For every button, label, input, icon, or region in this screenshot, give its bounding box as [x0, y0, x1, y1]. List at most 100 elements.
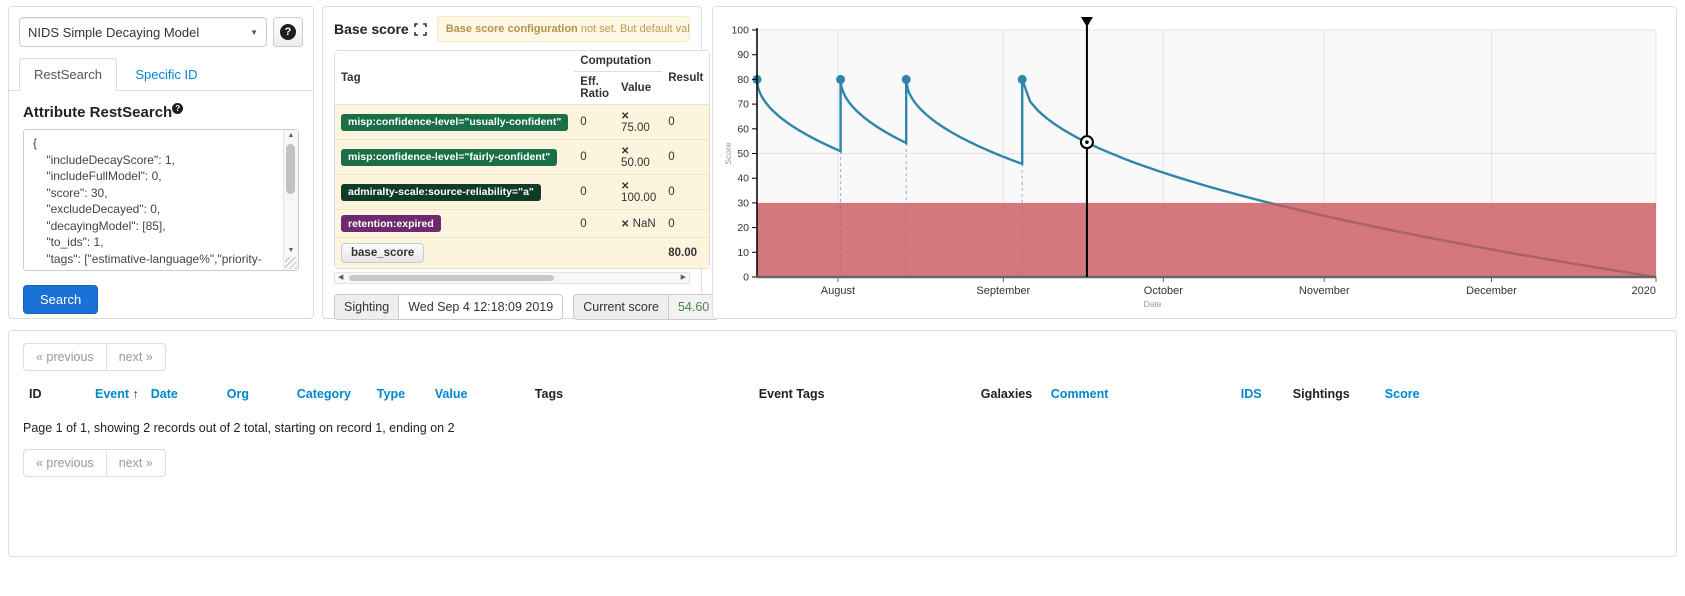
x-tick-label: August — [821, 285, 855, 297]
col-tag: Tag — [335, 51, 574, 104]
model-help-button[interactable]: ? — [273, 17, 303, 47]
column-header-type[interactable]: Type — [371, 381, 429, 407]
help-icon: ? — [172, 103, 183, 114]
x-tick-label: December — [1466, 285, 1517, 297]
previous-page-button[interactable]: « previous — [23, 343, 107, 371]
col-eff-ratio: Eff. Ratio — [574, 72, 615, 104]
sighting-value[interactable]: Wed Sep 4 12:18:09 2019 — [399, 294, 563, 320]
base-score-table: Tag Computation Result Eff. Ratio Value … — [334, 50, 710, 269]
tab-restsearch[interactable]: RestSearch — [19, 58, 117, 91]
resize-grip-icon[interactable] — [285, 257, 297, 269]
column-header-date[interactable]: Date — [145, 381, 221, 407]
scroll-down-icon[interactable]: ▼ — [284, 247, 298, 254]
column-header-galaxies: Galaxies — [975, 381, 1045, 407]
model-panel: NIDS Simple Decaying Model ▼ ? RestSearc… — [8, 6, 314, 319]
decaying-model-select[interactable]: NIDS Simple Decaying Model ▼ — [19, 17, 267, 47]
column-header-event[interactable]: Event ↑ — [89, 381, 145, 407]
x-tick-label: October — [1144, 285, 1183, 297]
col-value: Value — [615, 72, 662, 104]
column-header-comment[interactable]: Comment — [1045, 381, 1235, 407]
pagination-bottom: « previous next » — [23, 449, 166, 477]
base-score-result: 80.00 — [662, 237, 709, 268]
computation-value: ✕ NaN — [615, 209, 662, 237]
pagination-top: « previous next » — [23, 343, 166, 371]
y-tick-label: 40 — [737, 173, 749, 185]
column-header-event-tags: Event Tags — [753, 381, 975, 407]
next-page-button[interactable]: next » — [106, 449, 166, 477]
computation-value: ✕ 75.00 — [615, 104, 662, 139]
scroll-left-icon[interactable]: ◀ — [338, 273, 343, 283]
restsearch-query-text: { "includeDecayScore": 1, "includeFullMo… — [24, 130, 298, 271]
sighting-point — [836, 75, 845, 84]
multiply-icon: ✕ — [621, 146, 629, 157]
eff-ratio-value: 0 — [574, 209, 615, 237]
column-header-sightings: Sightings — [1287, 381, 1379, 407]
base-score-tag-row: misp:confidence-level="usually-confident… — [335, 104, 709, 139]
computation-value: ✕ 100.00 — [615, 174, 662, 209]
next-page-button[interactable]: next » — [106, 343, 166, 371]
previous-page-button[interactable]: « previous — [23, 449, 107, 477]
y-tick-label: 20 — [737, 222, 749, 234]
computation-value: ✕ 50.00 — [615, 139, 662, 174]
eff-ratio-value: 0 — [574, 104, 615, 139]
y-tick-label: 50 — [737, 148, 749, 160]
search-button[interactable]: Search — [23, 285, 98, 314]
scrollbar-thumb[interactable] — [349, 275, 554, 281]
y-tick-label: 0 — [743, 272, 749, 284]
column-header-category[interactable]: Category — [291, 381, 371, 407]
col-computation: Computation — [574, 51, 662, 72]
sighting-point — [1018, 75, 1027, 84]
base-score-tag-row: admiralty-scale:source-reliability="a"0✕… — [335, 174, 709, 209]
result-value: 0 — [662, 174, 709, 209]
result-value: 0 — [662, 139, 709, 174]
base-score-tag-row: retention:expired 0✕ NaN0 — [335, 209, 709, 237]
sort-asc-icon: ↑ — [129, 387, 139, 401]
y-tick-label: 60 — [737, 123, 749, 135]
current-score-label: Current score — [573, 294, 669, 320]
y-tick-label: 90 — [737, 49, 749, 61]
tab-specific-id[interactable]: Specific ID — [121, 59, 211, 90]
table-horizontal-scrollbar[interactable]: ◀ ▶ — [334, 272, 690, 284]
scrollbar-thumb[interactable] — [286, 144, 295, 194]
x-tick-label: November — [1299, 285, 1350, 297]
column-header-value[interactable]: Value — [429, 381, 529, 407]
decaying-model-selected: NIDS Simple Decaying Model — [28, 25, 199, 40]
help-icon: ? — [280, 24, 296, 40]
eff-ratio-value: 0 — [574, 174, 615, 209]
textarea-vertical-scrollbar[interactable]: ▲ ▼ — [283, 130, 298, 270]
search-tabs: RestSearch Specific ID — [9, 57, 313, 91]
threshold-zone — [757, 203, 1656, 277]
base-score-warning: Base score configuration not set. But de… — [437, 16, 690, 42]
multiply-icon: ✕ — [621, 111, 629, 122]
multiply-icon: ✕ — [621, 181, 629, 192]
tag-badge[interactable]: misp:confidence-level="usually-confident… — [341, 114, 568, 131]
y-tick-label: 70 — [737, 99, 749, 111]
column-header-tags: Tags — [529, 381, 753, 407]
sighting-label: Sighting — [334, 294, 399, 320]
tag-badge[interactable]: admiralty-scale:source-reliability="a" — [341, 184, 541, 201]
expand-icon[interactable] — [414, 23, 427, 36]
base-score-tag-row: misp:confidence-level="fairly-confident"… — [335, 139, 709, 174]
decay-chart[interactable]: 0102030405060708090100AugustSeptemberOct… — [721, 15, 1668, 310]
current-score-group: Current score 54.60 — [573, 294, 719, 320]
base-score-chip[interactable]: base_score — [341, 243, 424, 263]
x-tick-label: September — [976, 285, 1030, 297]
tag-badge[interactable]: retention:expired — [341, 215, 441, 232]
scroll-up-icon[interactable]: ▲ — [284, 132, 298, 139]
y-tick-label: 30 — [737, 197, 749, 209]
pagination-summary: Page 1 of 1, showing 2 records out of 2 … — [23, 421, 1662, 435]
multiply-icon: ✕ — [621, 219, 629, 230]
column-header-ids[interactable]: IDS — [1235, 381, 1287, 407]
attribute-results-table: IDEvent ↑DateOrgCategoryTypeValueTagsEve… — [23, 381, 1662, 407]
column-header-score[interactable]: Score — [1379, 381, 1662, 407]
attribute-results-panel: « previous next » IDEvent ↑DateOrgCatego… — [8, 330, 1677, 557]
scroll-right-icon[interactable]: ▶ — [681, 273, 686, 283]
tag-badge[interactable]: misp:confidence-level="fairly-confident" — [341, 149, 557, 166]
restsearch-query-textarea[interactable]: { "includeDecayScore": 1, "includeFullMo… — [23, 129, 299, 271]
sighting-point — [902, 75, 911, 84]
y-axis-label: Score — [723, 142, 733, 164]
col-result: Result — [662, 51, 709, 104]
result-value: 0 — [662, 209, 709, 237]
column-header-org[interactable]: Org — [221, 381, 291, 407]
y-tick-label: 10 — [737, 247, 749, 259]
